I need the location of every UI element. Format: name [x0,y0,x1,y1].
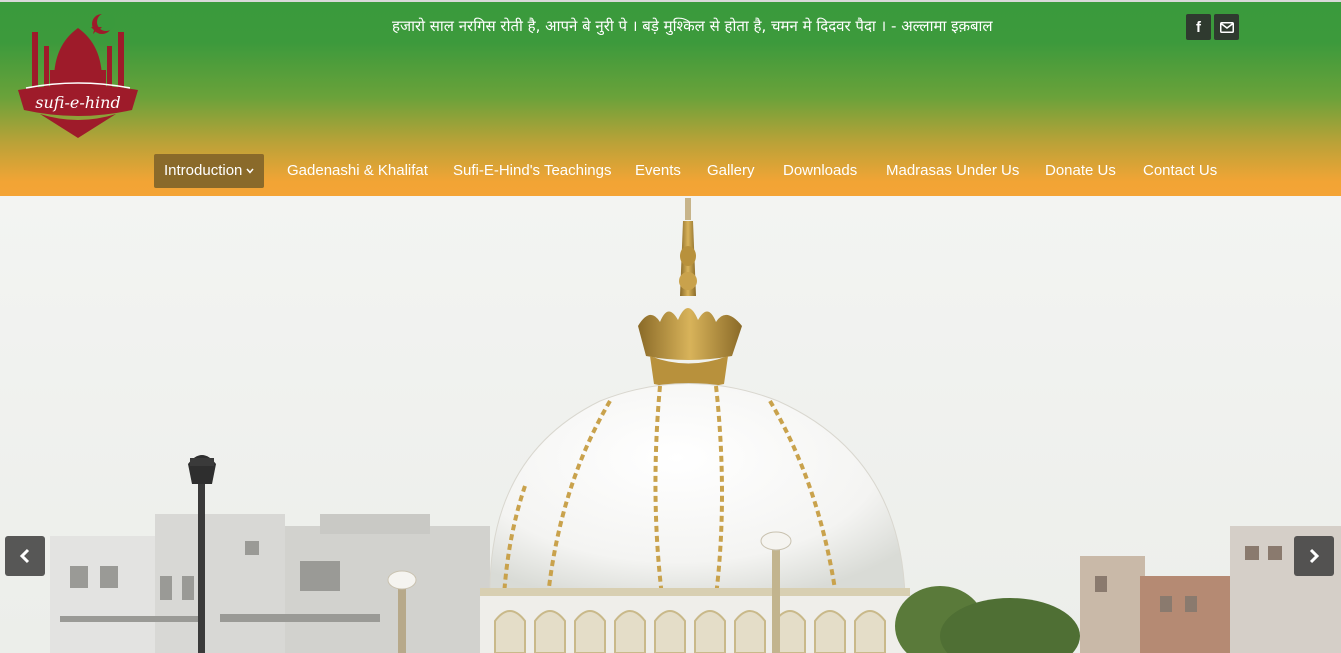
nav-item-gadenashi-khalifat[interactable]: Gadenashi & Khalifat [287,154,428,188]
main-navigation: Introduction Gadenashi & Khalifat Sufi-E… [0,154,1341,188]
nav-item-donate[interactable]: Donate Us [1045,154,1116,188]
chevron-down-icon [246,168,254,174]
nav-item-madrasas[interactable]: Madrasas Under Us [886,154,1019,188]
hero-slider [0,196,1341,653]
chevron-left-icon [19,548,30,564]
envelope-icon [1219,21,1234,33]
nav-item-downloads[interactable]: Downloads [783,154,857,188]
facebook-icon[interactable]: f [1186,14,1211,40]
chevron-right-icon [1309,548,1320,564]
mail-icon[interactable] [1214,14,1239,40]
nav-item-introduction[interactable]: Introduction [154,154,265,188]
slider-next-button[interactable] [1294,536,1334,576]
nav-item-contact[interactable]: Contact Us [1143,154,1217,188]
nav-item-gallery[interactable]: Gallery [707,154,755,188]
nav-item-teachings[interactable]: Sufi-E-Hind's Teachings [453,154,612,188]
site-header: sufi-e-hind हजारो साल नरगिस रोती है, आपन… [0,0,1341,196]
nav-item-events[interactable]: Events [635,154,681,188]
site-logo[interactable]: sufi-e-hind [14,10,142,142]
header-quote: हजारो साल नरगिस रोती है, आपने बे नुरी पे… [392,17,993,35]
slider-prev-button[interactable] [5,536,45,576]
svg-text:sufi-e-hind: sufi-e-hind [35,93,120,112]
slider-image [0,196,1341,653]
